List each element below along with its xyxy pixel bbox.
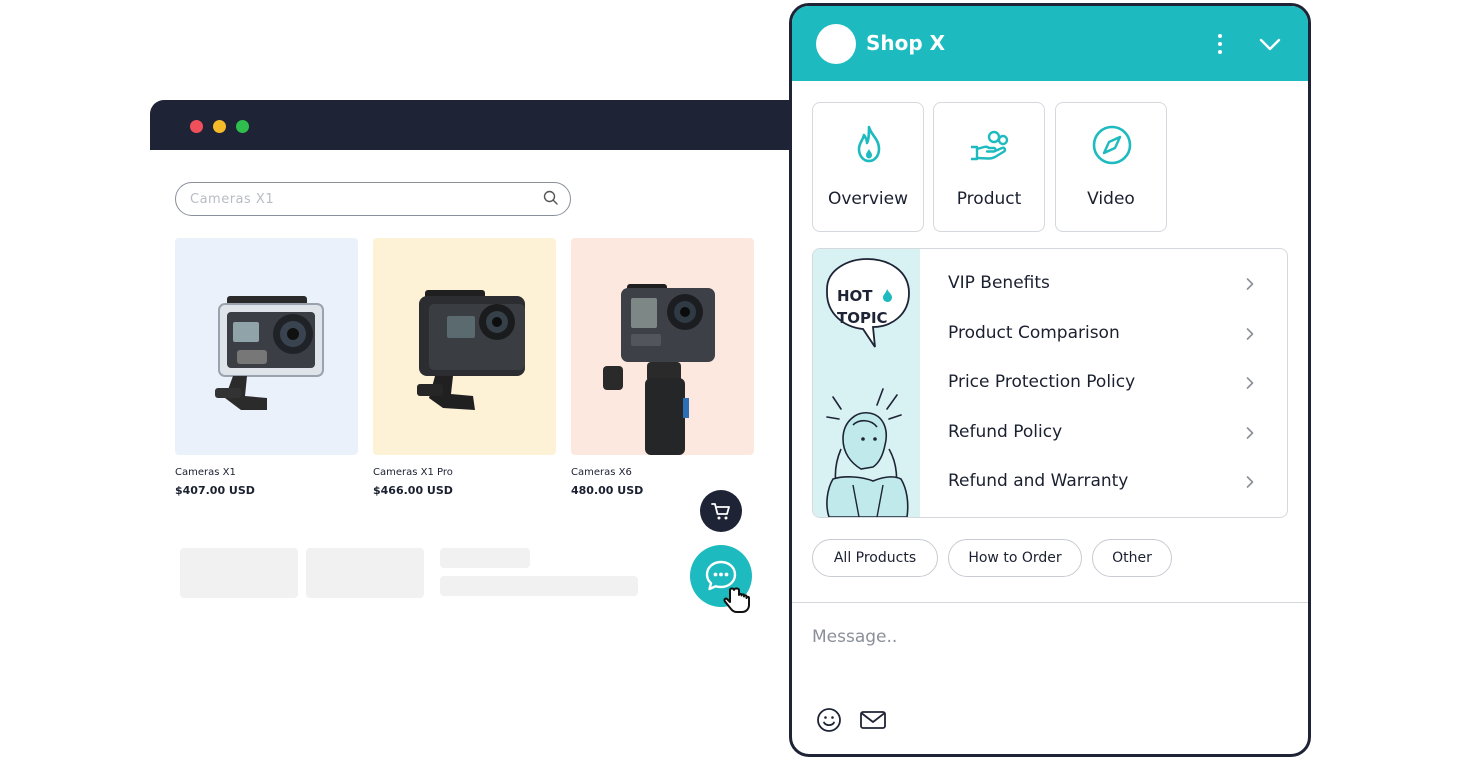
topic-label: Refund and Warranty <box>948 471 1129 491</box>
hot-topic-line2: TOPIC <box>837 309 888 327</box>
product-name[interactable]: Cameras X1 <box>175 467 358 478</box>
skeleton-block <box>306 548 424 598</box>
window-minimize-dot[interactable] <box>213 120 226 133</box>
cart-icon <box>711 503 730 520</box>
chat-header: Shop X <box>792 6 1308 81</box>
skeleton-block <box>180 548 298 598</box>
chevron-right-icon <box>1246 328 1254 340</box>
chip-all-products[interactable]: All Products <box>812 539 938 577</box>
tile-product[interactable]: Product <box>933 102 1045 232</box>
hot-topic-illustration: HOT TOPIC <box>826 258 910 517</box>
product-price: $466.00 USD <box>373 484 453 497</box>
topic-label: VIP Benefits <box>948 273 1050 293</box>
chevron-right-icon <box>1246 377 1254 389</box>
action-camera-clear-case-image <box>215 296 324 410</box>
chat-widget: Shop X Overview Product Video HOT TOPIC … <box>789 3 1311 757</box>
product-name[interactable]: Cameras X6 <box>571 467 754 478</box>
tile-video[interactable]: Video <box>1055 102 1167 232</box>
product-card[interactable]: Cameras X1 $407.00 USD <box>175 238 358 497</box>
window-maximize-dot[interactable] <box>236 120 249 133</box>
skeleton-line <box>440 548 530 568</box>
product-name[interactable]: Cameras X1 Pro <box>373 467 556 478</box>
product-image[interactable] <box>175 238 358 455</box>
product-image[interactable] <box>571 238 754 455</box>
chip-how-to-order[interactable]: How to Order <box>948 539 1082 577</box>
search-icon[interactable] <box>542 189 560 207</box>
chevron-down-icon[interactable] <box>1258 34 1282 54</box>
search-input[interactable] <box>190 189 530 209</box>
hot-topic-banner: HOT TOPIC <box>813 249 920 517</box>
smile-icon[interactable] <box>816 707 842 733</box>
chip-other[interactable]: Other <box>1092 539 1172 577</box>
hand-coins-icon <box>971 130 1009 161</box>
product-price: $407.00 USD <box>175 484 255 497</box>
product-image[interactable] <box>373 238 556 455</box>
tile-label: Product <box>956 189 1022 209</box>
action-camera-frame-image <box>417 290 525 410</box>
cart-button[interactable] <box>700 490 742 532</box>
chevron-right-icon <box>1246 278 1254 290</box>
browser-window: Cameras X1 $407.00 USD Cameras X1 Pro $4… <box>150 100 840 660</box>
topic-item-refund-warranty[interactable]: Refund and Warranty <box>920 457 1287 505</box>
compass-icon <box>1092 125 1132 165</box>
flame-icon <box>857 125 881 163</box>
chat-title: Shop X <box>866 31 946 55</box>
topic-label: Product Comparison <box>948 323 1120 343</box>
hot-topic-line1: HOT <box>837 287 873 305</box>
shop-avatar <box>816 24 856 64</box>
topic-label: Refund Policy <box>948 422 1063 442</box>
mail-icon[interactable] <box>859 709 887 731</box>
composer-divider <box>792 602 1308 603</box>
topic-label: Price Protection Policy <box>948 372 1136 392</box>
topic-item-price-protection[interactable]: Price Protection Policy <box>920 358 1287 406</box>
tile-label: Overview <box>827 189 909 209</box>
topic-item-product-comparison[interactable]: Product Comparison <box>920 309 1287 357</box>
browser-title-bar <box>150 100 840 150</box>
tile-overview[interactable]: Overview <box>812 102 924 232</box>
window-close-dot[interactable] <box>190 120 203 133</box>
tile-label: Video <box>1087 189 1135 209</box>
skeleton-line <box>440 576 638 596</box>
message-input[interactable] <box>812 622 1282 652</box>
product-card[interactable]: Cameras X1 Pro $466.00 USD <box>373 238 556 497</box>
chevron-right-icon <box>1246 476 1254 488</box>
hot-topics-panel: HOT TOPIC VIP Benefits Product Compariso… <box>812 248 1288 518</box>
action-camera-selfie-stick-image <box>603 284 715 455</box>
chevron-right-icon <box>1246 427 1254 439</box>
topic-item-vip-benefits[interactable]: VIP Benefits <box>920 259 1287 307</box>
pointer-hand-icon <box>723 587 750 613</box>
topic-item-refund-policy[interactable]: Refund Policy <box>920 408 1287 456</box>
more-options-icon[interactable] <box>1210 32 1230 56</box>
product-search <box>175 182 571 216</box>
product-card[interactable]: Cameras X6 480.00 USD <box>571 238 754 497</box>
